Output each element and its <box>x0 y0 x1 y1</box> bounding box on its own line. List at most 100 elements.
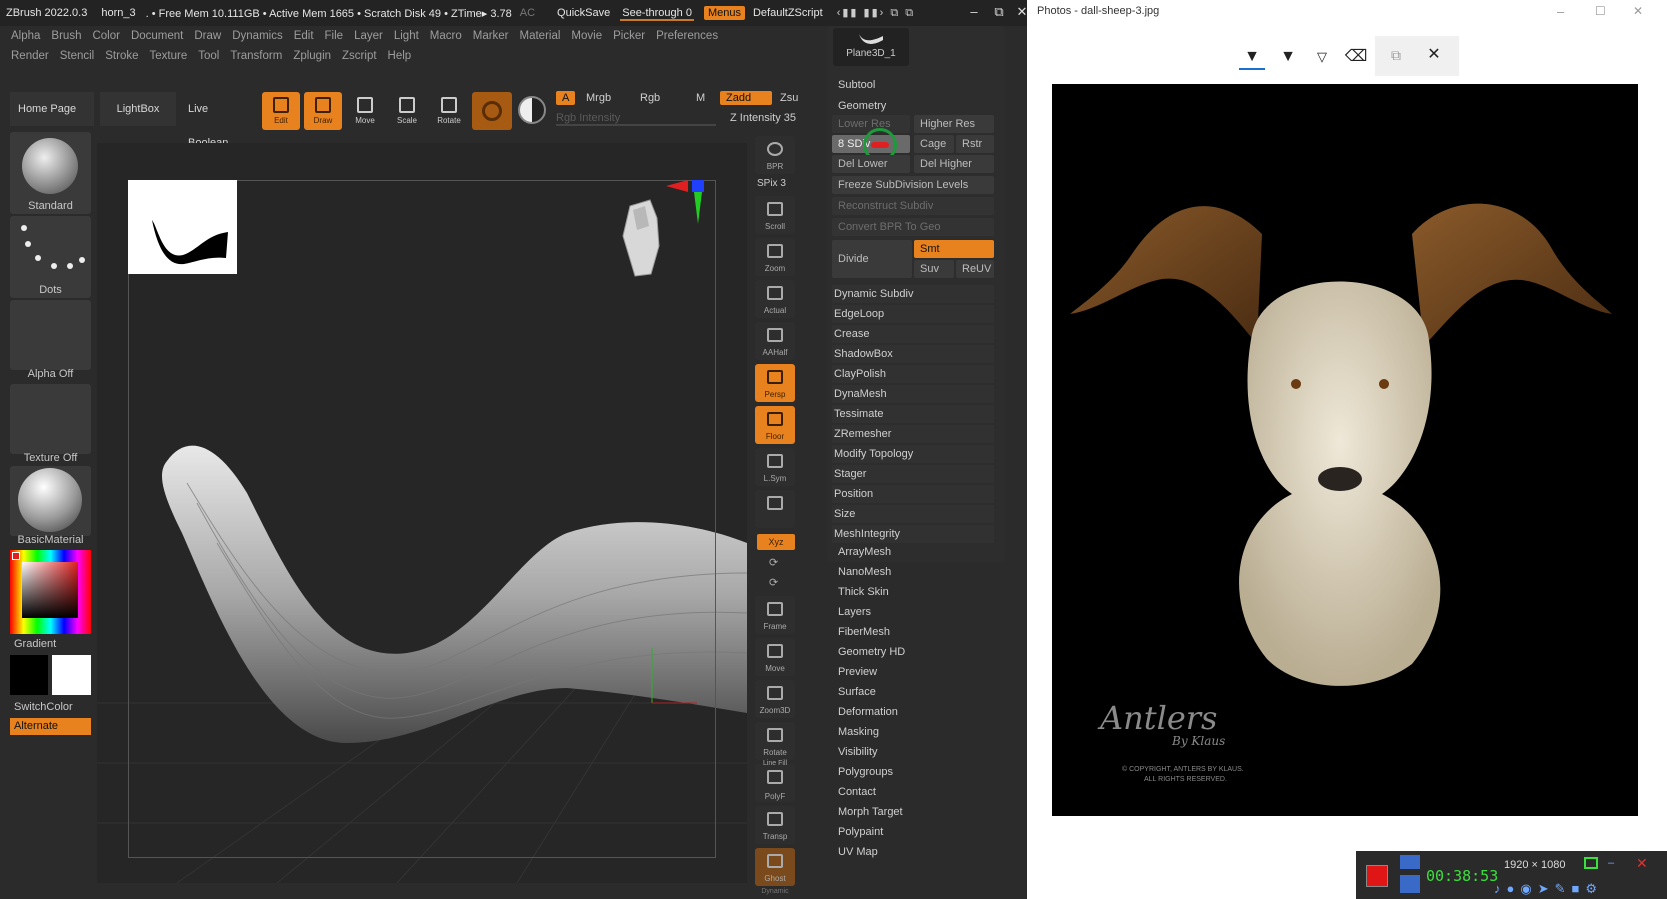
home-page-button[interactable]: Home Page <box>10 92 94 126</box>
quicksave-button[interactable]: QuickSave <box>557 7 610 19</box>
subtool-section[interactable]: Subtool <box>836 76 998 94</box>
axis-orientation-icon[interactable] <box>660 178 712 228</box>
suv-toggle[interactable]: Suv <box>914 260 954 278</box>
tool-subpanel-arraymesh[interactable]: ArrayMesh <box>836 543 998 561</box>
rotate-z-icon[interactable]: ⟳ <box>769 576 778 589</box>
draw-pen-icon[interactable]: ▼ <box>1239 44 1265 70</box>
reconstruct-subdiv-button[interactable]: Reconstruct Subdiv <box>832 197 994 215</box>
smt-toggle[interactable]: Smt <box>914 240 994 258</box>
tool-subpanel-contact[interactable]: Contact <box>836 783 998 801</box>
secondary-color-swatch[interactable] <box>10 655 48 695</box>
subtool-thumbnail[interactable]: Plane3D_1 <box>833 28 909 66</box>
divide-button[interactable]: Divide <box>832 240 912 278</box>
transp-button[interactable]: Transp <box>755 806 795 844</box>
lsym-button[interactable]: L.Sym <box>755 448 795 486</box>
eraser-icon[interactable]: ⌫ <box>1343 44 1369 70</box>
bpr-button[interactable]: BPR <box>755 136 795 174</box>
photos-maximize-icon[interactable]: ☐ <box>1595 4 1606 18</box>
tool-subpanel-fibermesh[interactable]: FiberMesh <box>836 623 998 641</box>
material-swatch-button[interactable] <box>472 92 512 130</box>
geometry-item-zremesher[interactable]: ZRemesher <box>832 425 994 443</box>
rstr-button[interactable]: Rstr <box>956 135 994 153</box>
geometry-item-shadowbox[interactable]: ShadowBox <box>832 345 994 363</box>
tool-subpanel-nanomesh[interactable]: NanoMesh <box>836 563 998 581</box>
pause-icon[interactable] <box>1400 875 1420 893</box>
menu-material[interactable]: Material <box>520 30 561 42</box>
menu-edit[interactable]: Edit <box>294 30 314 42</box>
tool-subpanel-thick-skin[interactable]: Thick Skin <box>836 583 998 601</box>
ghost-button[interactable]: Ghost <box>755 848 795 886</box>
m-button[interactable]: M <box>696 92 705 104</box>
tool-subpanel-uv-map[interactable]: UV Map <box>836 843 998 861</box>
tool-subpanel-layers[interactable]: Layers <box>836 603 998 621</box>
menu-dynamics[interactable]: Dynamics <box>232 30 282 42</box>
camera-icon[interactable] <box>1400 855 1420 869</box>
window-mode-icon[interactable] <box>1584 857 1598 869</box>
highlighter-icon[interactable]: ▼ <box>1275 44 1301 70</box>
live-boolean-button[interactable]: Live Boolean <box>180 92 256 149</box>
texture-thumbnail[interactable] <box>10 384 91 454</box>
freeze-subdivision-button[interactable]: Freeze SubDivision Levels <box>832 176 994 194</box>
primary-color-swatch[interactable] <box>52 655 91 695</box>
menu-color[interactable]: Color <box>92 30 119 42</box>
tool-subpanel-polypaint[interactable]: Polypaint <box>836 823 998 841</box>
menu-draw[interactable]: Draw <box>194 30 221 42</box>
menu-picker[interactable]: Picker <box>613 30 645 42</box>
color-sphere-icon[interactable] <box>518 96 546 124</box>
record-stop-button[interactable] <box>1366 865 1388 887</box>
default-zscript-button[interactable]: DefaultZScript <box>753 7 823 19</box>
del-higher-button[interactable]: Del Higher <box>914 155 994 173</box>
floor-button[interactable]: Floor <box>755 406 795 444</box>
scroll-button[interactable]: Scroll <box>755 196 795 234</box>
edit-tool-button[interactable]: Edit <box>262 92 300 130</box>
rotate-y-icon[interactable]: ⟳ <box>769 556 778 569</box>
photos-close-window-icon[interactable]: ✕ <box>1633 4 1643 18</box>
frame-button[interactable]: Frame <box>755 596 795 634</box>
menu-marker[interactable]: Marker <box>473 30 509 42</box>
menu-transform[interactable]: Transform <box>230 50 282 62</box>
tool-subpanel-morph-target[interactable]: Morph Target <box>836 803 998 821</box>
geometry-item-size[interactable]: Size <box>832 505 994 523</box>
color-picker-square[interactable] <box>22 562 78 618</box>
menu-document[interactable]: Document <box>131 30 183 42</box>
menu-preferences[interactable]: Preferences <box>656 30 718 42</box>
menus-toggle[interactable]: Menus <box>703 6 745 20</box>
rgb-button[interactable]: Rgb <box>640 92 660 104</box>
alpha-thumbnail[interactable] <box>10 300 91 370</box>
del-lower-button[interactable]: Del Lower <box>832 155 910 173</box>
copy-icon[interactable]: ⧉ <box>1383 42 1409 68</box>
menu-macro[interactable]: Macro <box>430 30 462 42</box>
menu-alpha[interactable]: Alpha <box>11 30 40 42</box>
geometry-item-dynamic-subdiv[interactable]: Dynamic Subdiv <box>832 285 994 303</box>
a-toggle[interactable]: A <box>556 91 576 105</box>
geometry-item-dynamesh[interactable]: DynaMesh <box>832 385 994 403</box>
menu-light[interactable]: Light <box>394 30 419 42</box>
rotate-tool-button[interactable]: Rotate <box>430 92 468 130</box>
higher-res-button[interactable]: Higher Res <box>914 115 994 133</box>
reuv-button[interactable]: ReUV <box>956 260 994 278</box>
tool-subpanel-visibility[interactable]: Visibility <box>836 743 998 761</box>
move-view-button[interactable]: Move <box>755 638 795 676</box>
color-picker[interactable] <box>10 550 91 634</box>
z-intensity-slider[interactable]: Z Intensity 35 <box>730 112 796 124</box>
recorder-options-icons[interactable]: ♪●◉➤✎■⚙ <box>1494 881 1603 897</box>
tool-subpanel-surface[interactable]: Surface <box>836 683 998 701</box>
persp-button[interactable]: Persp <box>755 364 795 402</box>
geometry-item-position[interactable]: Position <box>832 485 994 503</box>
menu-texture[interactable]: Texture <box>150 50 188 62</box>
mrgb-button[interactable]: Mrgb <box>586 92 611 104</box>
menu-tool[interactable]: Tool <box>198 50 219 62</box>
rgb-intensity-slider[interactable]: Rgb Intensity <box>556 112 716 126</box>
switchcolor-button[interactable]: SwitchColor <box>10 701 91 713</box>
menu-stencil[interactable]: Stencil <box>60 50 95 62</box>
restore-icon[interactable]: ⧉ <box>991 4 1007 20</box>
spix-slider[interactable]: SPix 3 <box>757 178 786 189</box>
move-tool-button[interactable]: Move <box>346 92 384 130</box>
menu-render[interactable]: Render <box>11 50 49 62</box>
geometry-item-modify-topology[interactable]: Modify Topology <box>832 445 994 463</box>
menu-zplugin[interactable]: Zplugin <box>293 50 331 62</box>
tool-subpanel-geometry-hd[interactable]: Geometry HD <box>836 643 998 661</box>
menu-help[interactable]: Help <box>388 50 412 62</box>
menu-stroke[interactable]: Stroke <box>105 50 138 62</box>
tool-subpanel-polygroups[interactable]: Polygroups <box>836 763 998 781</box>
